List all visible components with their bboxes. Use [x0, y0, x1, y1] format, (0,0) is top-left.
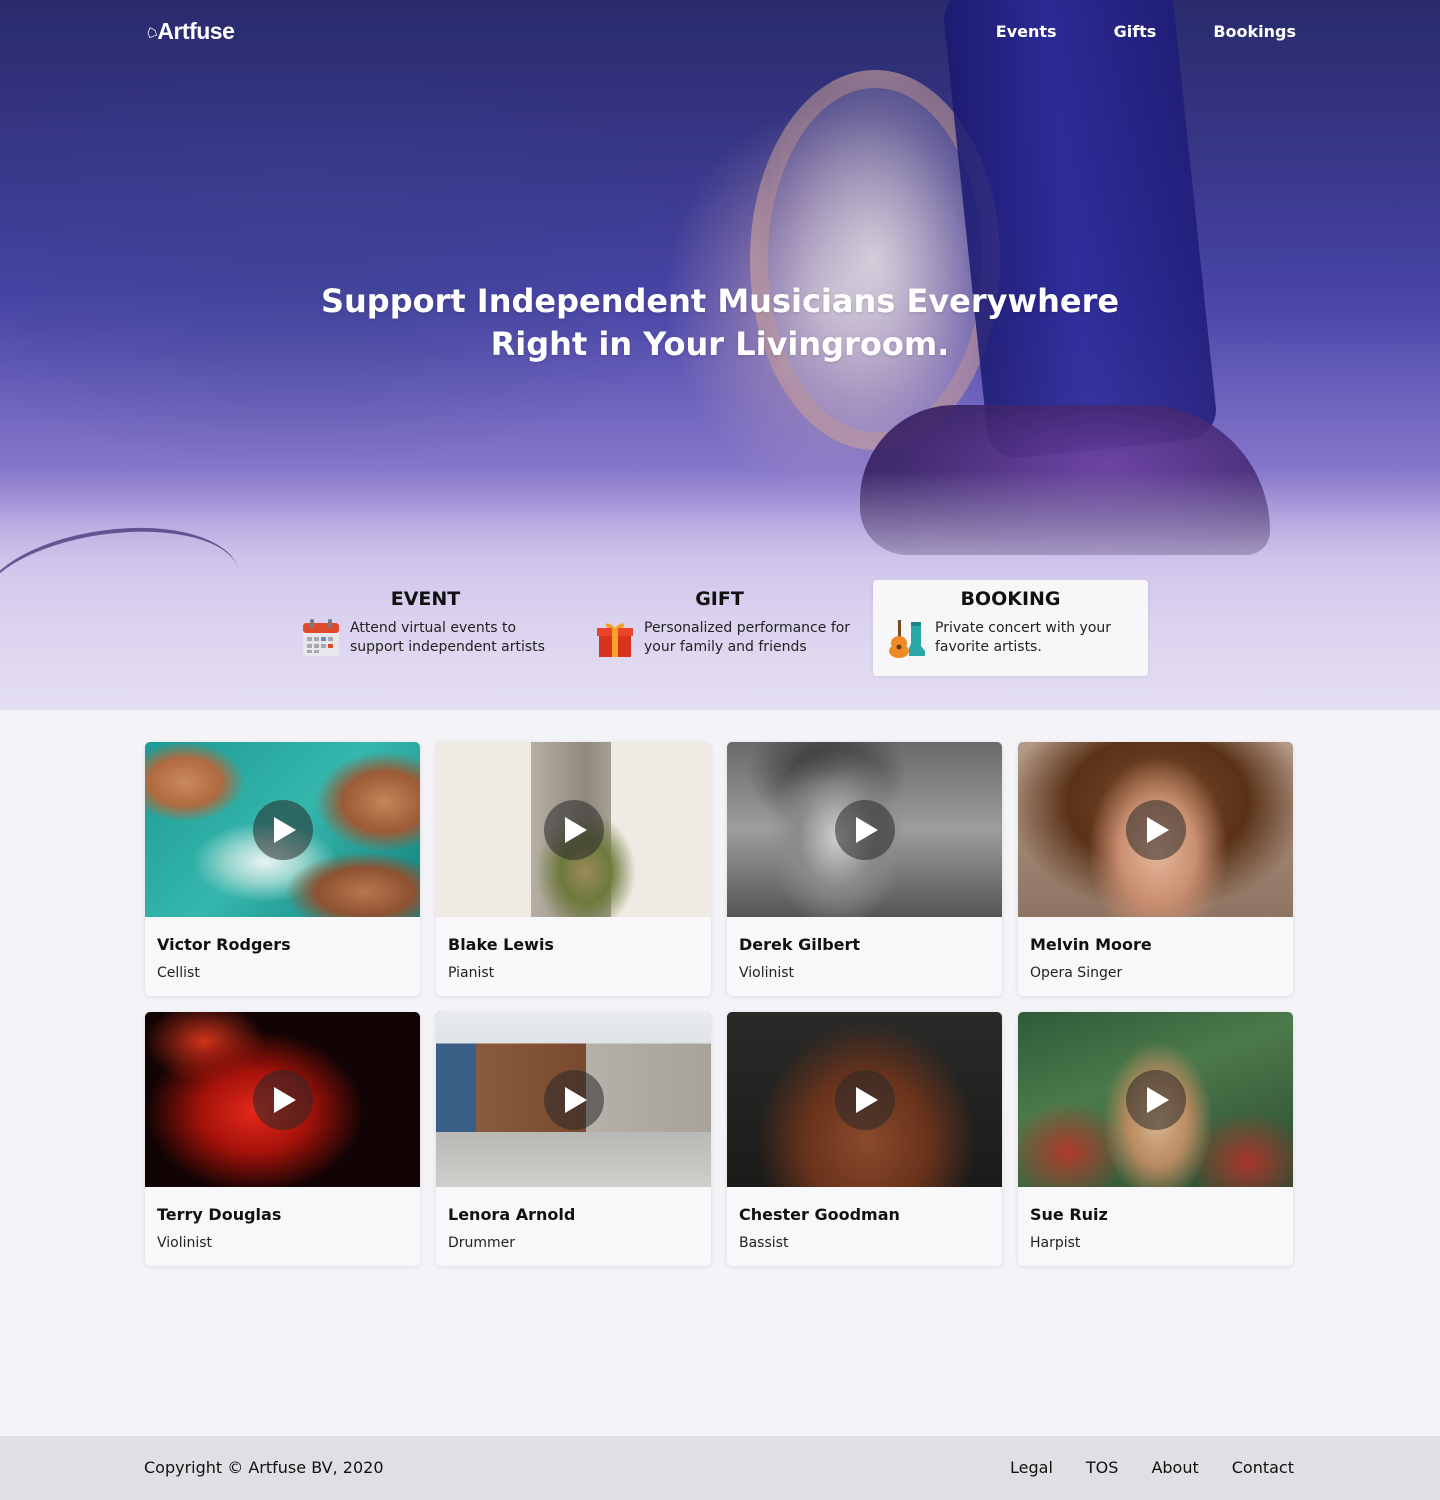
- artist-name: Sue Ruiz: [1030, 1205, 1108, 1224]
- play-button[interactable]: [834, 1069, 895, 1130]
- nav-item-gifts[interactable]: Gifts: [1114, 22, 1157, 41]
- site-footer: Copyright © Artfuse BV, 2020 Legal TOS A…: [0, 1436, 1440, 1500]
- artist-card[interactable]: Lenora Arnold Drummer: [436, 1012, 711, 1266]
- play-button[interactable]: [1125, 799, 1186, 860]
- main-nav: Events Gifts Bookings: [996, 22, 1296, 41]
- hero-headline: Support Independent Musicians Everywhere…: [0, 280, 1440, 366]
- artist-name: Melvin Moore: [1030, 935, 1152, 954]
- artist-name: Blake Lewis: [448, 935, 554, 954]
- play-button[interactable]: [252, 799, 313, 860]
- footer-links: Legal TOS About Contact: [1010, 1458, 1294, 1477]
- artist-role: Bassist: [739, 1235, 789, 1251]
- rust-sculpture-photo: [727, 1012, 1002, 1187]
- brand-logo[interactable]: ⌂ Artfuse: [143, 18, 235, 45]
- bw-portrait-photo: [727, 742, 1002, 917]
- footer-link-about[interactable]: About: [1151, 1458, 1198, 1477]
- curly-hair-portrait-photo: [1018, 742, 1293, 917]
- hero-headline-line2: Right in Your Livingroom.: [490, 325, 950, 363]
- feature-description: Personalized performance for your family…: [644, 620, 851, 655]
- artist-card[interactable]: Derek Gilbert Violinist: [727, 742, 1002, 996]
- artist-name: Derek Gilbert: [739, 935, 861, 954]
- play-button[interactable]: [834, 799, 895, 860]
- street-buildings-photo: [436, 1012, 711, 1187]
- feature-title: GIFT: [695, 588, 744, 610]
- guitar-boot-icon: [889, 620, 925, 658]
- artist-grid: Victor Rodgers Cellist Blake Lewis Piani…: [145, 742, 1295, 1266]
- feature-event[interactable]: EVENT Attend virtual events to support i…: [288, 580, 563, 676]
- feature-booking[interactable]: BOOKING Private concert with your favori…: [873, 580, 1148, 676]
- hero-headline-line1: Support Independent Musicians Everywhere: [320, 282, 1120, 320]
- artist-role: Cellist: [157, 965, 200, 981]
- artist-card[interactable]: Terry Douglas Violinist: [145, 1012, 420, 1266]
- feature-description: Private concert with your favorite artis…: [935, 620, 1112, 655]
- artist-name: Terry Douglas: [157, 1205, 282, 1224]
- artist-role: Harpist: [1030, 1235, 1081, 1251]
- hero-leg-shape: [941, 0, 1219, 461]
- feature-description: Attend virtual events to support indepen…: [350, 620, 545, 655]
- hero-banner: ⌂ Artfuse Events Gifts Bookings Support …: [0, 0, 1440, 710]
- artist-role: Pianist: [448, 965, 495, 981]
- artist-card[interactable]: Chester Goodman Bassist: [727, 1012, 1002, 1266]
- footer-copyright: Copyright © Artfuse BV, 2020: [144, 1458, 384, 1477]
- woman-in-plants-photo: [1018, 1012, 1293, 1187]
- artist-card[interactable]: Blake Lewis Pianist: [436, 742, 711, 996]
- artist-card[interactable]: Victor Rodgers Cellist: [145, 742, 420, 996]
- gift-icon: [597, 623, 633, 657]
- footer-link-contact[interactable]: Contact: [1232, 1458, 1294, 1477]
- artist-card[interactable]: Melvin Moore Opera Singer: [1018, 742, 1293, 996]
- artist-role: Violinist: [157, 1235, 213, 1251]
- play-button[interactable]: [1125, 1069, 1186, 1130]
- artist-role: Opera Singer: [1030, 965, 1123, 981]
- play-button[interactable]: [543, 1069, 604, 1130]
- play-button[interactable]: [252, 1069, 313, 1130]
- artist-name: Victor Rodgers: [157, 935, 291, 954]
- nav-item-events[interactable]: Events: [996, 22, 1057, 41]
- feature-title: EVENT: [390, 588, 461, 610]
- feature-gift[interactable]: GIFT Personalized performance for your f…: [582, 580, 857, 676]
- artist-role: Violinist: [739, 965, 795, 981]
- brand-logo-text: Artfuse: [157, 18, 235, 44]
- red-neon-glasses-photo: [145, 1012, 420, 1187]
- play-button[interactable]: [543, 799, 604, 860]
- dried-flowers-photo: [436, 742, 711, 917]
- aerial-coast-photo: [145, 742, 420, 917]
- feature-title: BOOKING: [960, 588, 1061, 610]
- footer-link-legal[interactable]: Legal: [1010, 1458, 1053, 1477]
- nav-item-bookings[interactable]: Bookings: [1213, 22, 1296, 41]
- calendar-icon: [303, 619, 339, 656]
- artist-role: Drummer: [448, 1235, 516, 1251]
- artist-card[interactable]: Sue Ruiz Harpist: [1018, 1012, 1293, 1266]
- artist-name: Chester Goodman: [739, 1205, 900, 1224]
- footer-link-tos[interactable]: TOS: [1086, 1458, 1119, 1477]
- artist-name: Lenora Arnold: [448, 1205, 576, 1224]
